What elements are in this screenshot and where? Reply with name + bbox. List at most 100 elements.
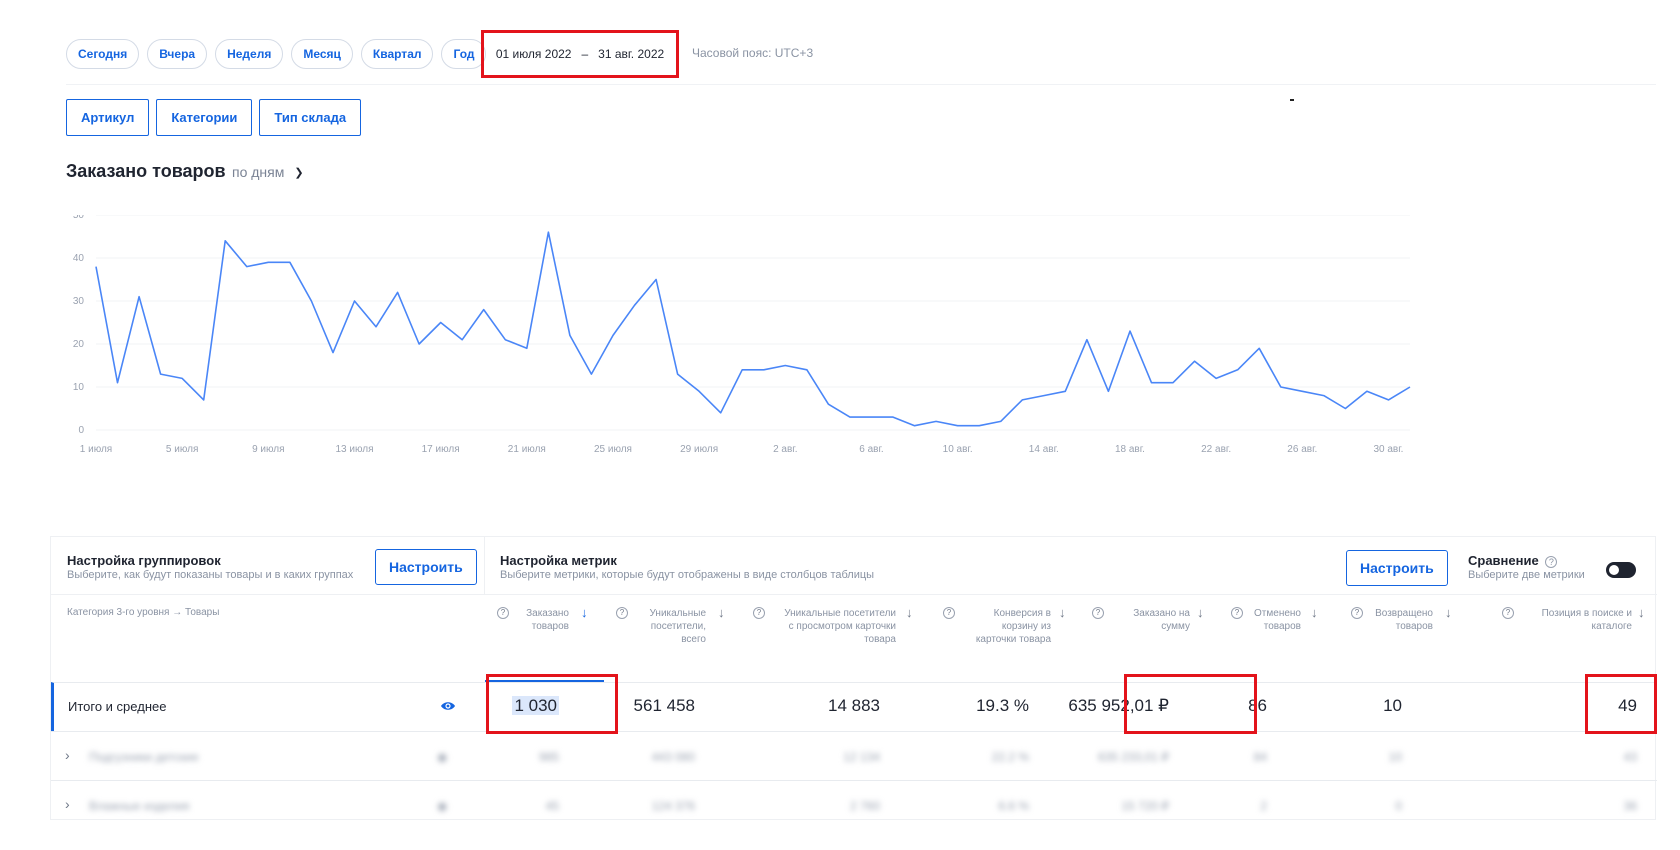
value-unique-visitors: 561 458 xyxy=(633,696,695,715)
y-tick-label: 10 xyxy=(73,382,85,393)
series-line xyxy=(95,231,1411,427)
column-header-cart-conversion[interactable]: ? Конверсия в корзину из карточки товара… xyxy=(931,595,1080,683)
grouping-buttons: Артикул Категории Тип склада xyxy=(66,99,368,136)
value-unique-visitors: 443 080 xyxy=(651,750,695,764)
chevron-right-icon[interactable]: › xyxy=(65,796,70,812)
value-card-visitors: 14 883 xyxy=(828,696,880,715)
x-tick-label: 18 авг. xyxy=(1115,444,1145,455)
help-icon[interactable]: ? xyxy=(1351,607,1363,619)
group-categories-button[interactable]: Категории xyxy=(156,99,253,136)
table-header-row: Категория 3-го уровня → Товары ? Заказан… xyxy=(51,594,1657,683)
configure-grouping-button[interactable]: Настроить xyxy=(375,549,477,585)
grouping-settings-title: Настройка группировок xyxy=(67,553,221,568)
value-cart-conversion: 22.2 % xyxy=(991,750,1029,764)
chevron-right-icon[interactable]: › xyxy=(65,747,70,763)
value-cancelled: 84 xyxy=(1253,750,1267,764)
period-quarter-button[interactable]: Квартал xyxy=(360,39,434,69)
eye-off-icon[interactable]: ◉ xyxy=(437,750,447,764)
column-header-cancelled[interactable]: ? Отменено товаров ↓ xyxy=(1219,595,1339,683)
row-name: Итого и среднее xyxy=(68,699,167,714)
value-ordered: 985 xyxy=(538,750,559,764)
chevron-down-icon: ❯ xyxy=(294,166,304,179)
x-tick-label: 13 июля xyxy=(335,444,373,455)
help-icon[interactable]: ? xyxy=(1092,607,1104,619)
period-week-button[interactable]: Неделя xyxy=(215,39,284,69)
value-cancelled: 2 xyxy=(1260,799,1267,813)
row-name: Влажные изделия xyxy=(89,799,190,813)
y-tick-label: 30 xyxy=(73,296,85,307)
value-cart-conversion: 19.3 % xyxy=(976,696,1029,715)
value-order-sum: 15 720 ₽ xyxy=(1121,799,1169,813)
divider xyxy=(66,84,1656,85)
column-label: Уникальные посетители, всего xyxy=(649,608,706,645)
sort-arrow-icon[interactable]: ↓ xyxy=(1638,605,1645,620)
x-tick-label: 29 июля xyxy=(680,444,718,455)
column-header-returned[interactable]: ? Возвращено товаров ↓ xyxy=(1339,595,1474,683)
help-icon[interactable]: ? xyxy=(753,607,765,619)
sort-arrow-icon[interactable]: ↓ xyxy=(1445,605,1452,620)
help-icon[interactable]: ? xyxy=(616,607,628,619)
sort-arrow-icon[interactable]: ↓ xyxy=(1311,605,1318,620)
sort-arrow-icon[interactable]: ↓ xyxy=(1197,605,1204,620)
y-tick-label: 50 xyxy=(73,215,85,221)
sort-arrow-icon[interactable]: ↓ xyxy=(581,605,588,620)
x-tick-label: 25 июля xyxy=(594,444,632,455)
period-today-button[interactable]: Сегодня xyxy=(66,39,140,69)
period-yesterday-button[interactable]: Вчера xyxy=(147,39,208,69)
highlight-box xyxy=(486,674,618,734)
x-tick-label: 26 авг. xyxy=(1287,444,1317,455)
metric-settings-subtitle: Выберите метрики, которые будут отображе… xyxy=(500,569,875,581)
column-label: Конверсия в корзину из карточки товара xyxy=(975,608,1051,645)
date-from: 01 июля 2022 xyxy=(495,47,572,61)
column-header-order-sum[interactable]: ? Заказано на сумму ↓ xyxy=(1080,595,1219,683)
group-article-button[interactable]: Артикул xyxy=(66,99,150,136)
date-range-picker[interactable]: 01 июля 2022 – 31 авг. 2022 xyxy=(481,30,679,78)
help-icon[interactable]: ? xyxy=(1502,607,1514,619)
table-row[interactable]: › Влажные изделия ◉ 45 124 376 2 760 6.6… xyxy=(51,780,1657,829)
table-row-total: Итого и среднее 1 030 561 458 14 883 19.… xyxy=(51,682,1657,731)
chart-granularity-label: по дням xyxy=(232,164,285,180)
x-tick-label: 5 июля xyxy=(166,444,198,455)
column-header-ordered[interactable]: ? Заказано товаров ↓ xyxy=(485,595,604,683)
help-icon[interactable]: ? xyxy=(943,607,955,619)
value-cart-conversion: 6.6 % xyxy=(998,799,1029,813)
eye-icon[interactable] xyxy=(440,699,456,713)
sort-arrow-icon[interactable]: ↓ xyxy=(906,605,913,620)
eye-off-icon[interactable]: ◉ xyxy=(437,799,447,813)
period-year-button[interactable]: Год xyxy=(441,39,487,69)
grouping-settings-subtitle: Выберите, как будут показаны товары и в … xyxy=(67,569,354,581)
group-warehouse-type-button[interactable]: Тип склада xyxy=(259,99,362,136)
x-tick-label: 6 авг. xyxy=(859,444,883,455)
column-label: Отменено товаров xyxy=(1254,608,1301,632)
column-label: Заказано на сумму xyxy=(1133,608,1190,632)
column-label: Заказано товаров xyxy=(526,608,569,632)
y-tick-label: 0 xyxy=(78,425,84,436)
help-icon[interactable]: ? xyxy=(497,607,509,619)
value-returned: 10 xyxy=(1388,750,1402,764)
period-month-button[interactable]: Месяц xyxy=(291,39,353,69)
column-header-unique-visitors[interactable]: ? Уникальные посетители, всего ↓ xyxy=(604,595,741,683)
value-returned: 0 xyxy=(1395,799,1402,813)
help-icon[interactable]: ? xyxy=(1545,556,1558,568)
metrics-table: Настройка группировок Выберите, как буду… xyxy=(50,536,1657,820)
x-tick-label: 17 июля xyxy=(422,444,460,455)
value-unique-visitors: 124 376 xyxy=(651,799,695,813)
column-label: Уникальные посетители с просмотром карто… xyxy=(784,608,896,645)
configure-metrics-button[interactable]: Настроить xyxy=(1346,550,1448,586)
table-row[interactable]: › Подгузники детские ◉ 985 443 080 12 13… xyxy=(51,731,1657,780)
help-icon[interactable]: ? xyxy=(1231,607,1243,619)
period-selector: Сегодня Вчера Неделя Месяц Квартал Год xyxy=(66,38,494,70)
chart-granularity-dropdown[interactable]: по дням ❯ xyxy=(232,164,304,180)
column-label: Возвращено товаров xyxy=(1375,608,1433,632)
sort-arrow-icon[interactable]: ↓ xyxy=(718,605,725,620)
y-tick-label: 20 xyxy=(73,339,85,350)
column-header-card-visitors[interactable]: ? Уникальные посетители с просмотром кар… xyxy=(741,595,931,683)
value-order-sum: 635 233,01 ₽ xyxy=(1097,750,1169,764)
comparison-toggle[interactable] xyxy=(1606,562,1636,578)
sort-arrow-icon[interactable]: ↓ xyxy=(1059,605,1066,620)
column-header-search-position[interactable]: ? Позиция в поиске и каталоге ↓ xyxy=(1474,595,1657,683)
value-ordered: 45 xyxy=(545,799,559,813)
date-separator: – xyxy=(581,47,589,61)
x-tick-label: 9 июля xyxy=(252,444,284,455)
x-tick-label: 10 авг. xyxy=(943,444,973,455)
